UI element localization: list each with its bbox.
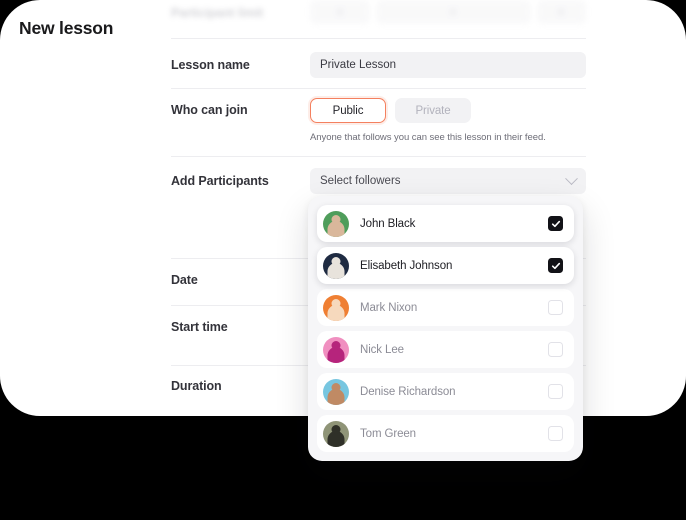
check-icon [551, 220, 560, 227]
follower-name: Nick Lee [360, 343, 404, 356]
label-lesson-name: Lesson name [171, 58, 250, 72]
follower-name: Elisabeth Johnson [360, 259, 453, 272]
divider-3 [171, 156, 586, 157]
checkbox-unchecked[interactable] [548, 300, 563, 315]
page-title: New lesson [19, 18, 114, 38]
ghost-field-b [376, 0, 531, 24]
follower-option[interactable]: Elisabeth Johnson [317, 247, 574, 284]
follower-name: John Black [360, 217, 416, 230]
form-row-lesson-name: Lesson name Private Lesson [171, 52, 586, 82]
follower-name: Mark Nixon [360, 301, 418, 314]
divider-2 [171, 88, 586, 89]
label-start-time: Start time [171, 320, 228, 334]
checkbox-unchecked[interactable] [548, 342, 563, 357]
ghost-field-c [537, 0, 586, 24]
checkbox-checked[interactable] [548, 216, 563, 231]
avatar [323, 294, 349, 321]
form-row-who-can-join: Who can join Public Private Anyone that … [171, 98, 586, 149]
label-date: Date [171, 273, 198, 287]
divider-1 [171, 38, 586, 39]
screen-root: New lesson Participant limit Lesson name [0, 0, 686, 520]
visibility-option-public[interactable]: Public [310, 98, 386, 123]
follower-option[interactable]: John Black [317, 205, 574, 242]
follower-option[interactable]: Tom Green [317, 415, 574, 452]
follower-option[interactable]: Denise Richardson [317, 373, 574, 410]
follower-name: Denise Richardson [360, 385, 456, 398]
label-add-participants: Add Participants [171, 174, 269, 188]
follower-option[interactable]: Mark Nixon [317, 289, 574, 326]
avatar [323, 252, 349, 279]
label-who-can-join: Who can join [171, 103, 248, 117]
avatar [323, 336, 349, 363]
select-followers-value: Select followers [320, 175, 401, 187]
label-duration: Duration [171, 379, 222, 393]
ghost-dot-b [450, 9, 456, 15]
checkbox-unchecked[interactable] [548, 384, 563, 399]
chevron-down-icon [565, 171, 578, 185]
checkbox-unchecked[interactable] [548, 426, 563, 441]
ghost-dot-c [558, 9, 564, 15]
ghost-field-a [310, 0, 370, 24]
avatar [323, 420, 349, 447]
follower-name: Tom Green [360, 427, 416, 440]
avatar [323, 378, 349, 405]
form-row-participant-limit: Participant limit [171, 0, 586, 34]
follower-option[interactable]: Nick Lee [317, 331, 574, 368]
select-followers-dropdown[interactable]: Select followers [310, 168, 586, 194]
visibility-hint: Anyone that follows you can see this les… [310, 132, 546, 143]
visibility-option-private[interactable]: Private [395, 98, 471, 123]
visibility-segmented-control: Public Private [310, 98, 471, 123]
avatar [323, 210, 349, 237]
followers-dropdown-panel: John Black Elisabeth Johnson Mark Nixon Nic… [308, 196, 583, 461]
form-row-add-participants: Add Participants Select followers [171, 168, 586, 198]
label-participant-limit: Participant limit [171, 6, 264, 20]
check-icon [551, 262, 560, 269]
ghost-dot-a [337, 9, 343, 15]
lesson-name-input[interactable]: Private Lesson [310, 52, 586, 78]
checkbox-checked[interactable] [548, 258, 563, 273]
